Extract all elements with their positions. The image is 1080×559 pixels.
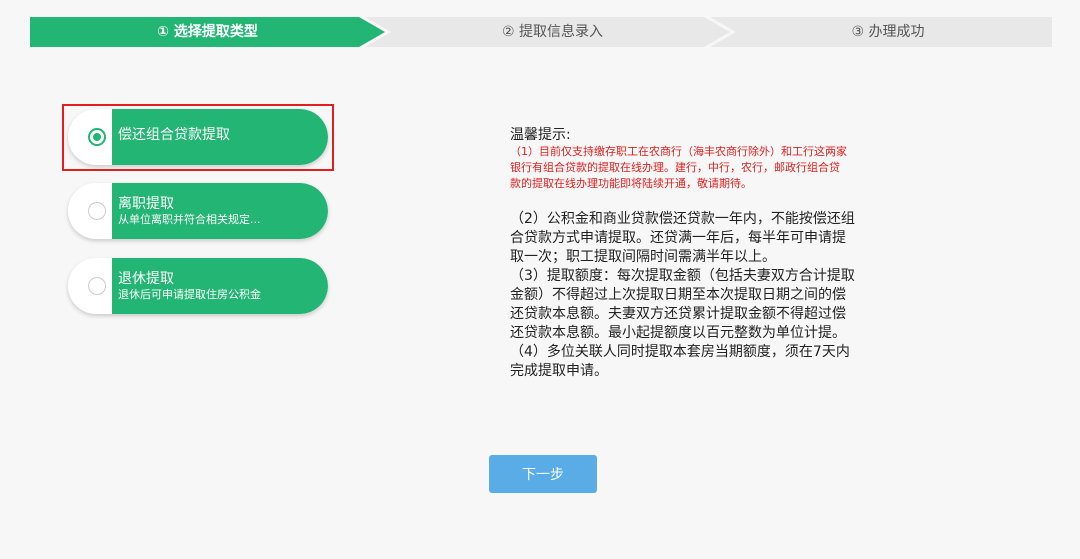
radio-unselected-icon[interactable]: [88, 277, 106, 295]
option-title: 离职提取: [118, 196, 174, 212]
option-label-area: 离职提取 从单位离职并符合相关规定...: [112, 183, 328, 239]
option-label-area: 偿还组合贷款提取: [112, 109, 328, 165]
option-subtitle: 退休后可申请提取住房公积金: [118, 288, 261, 301]
option-label-area: 退休提取 退休后可申请提取住房公积金: [112, 258, 328, 314]
step-progress-bar: ① 选择提取类型 ② 提取信息录入 ③ 办理成功: [30, 17, 1052, 47]
option-subtitle: 从单位离职并符合相关规定...: [118, 213, 261, 226]
step-1-select-type: ① 选择提取类型: [30, 17, 385, 47]
option-combined-loan-repayment[interactable]: 偿还组合贷款提取: [68, 109, 328, 165]
next-step-button[interactable]: 下一步: [489, 455, 597, 493]
step-2-info-entry: ② 提取信息录入: [365, 17, 730, 47]
step-3-success: ③ 办理成功: [710, 17, 1052, 47]
radio-selected-icon[interactable]: [88, 128, 106, 146]
radio-unselected-icon[interactable]: [88, 202, 106, 220]
notice-heading: 温馨提示:: [510, 127, 571, 143]
notice-panel: 温馨提示: （1）目前仅支持缴存职工在农商行（海丰农商行除外）和工行这两家 银行…: [510, 126, 910, 381]
option-title: 偿还组合贷款提取: [118, 127, 230, 143]
option-resignation[interactable]: 离职提取 从单位离职并符合相关规定...: [68, 183, 328, 239]
notice-body-text: （2）公积金和商业贷款偿还贷款一年内，不能按偿还组 合贷款方式申请提取。还贷满一…: [510, 211, 855, 379]
option-title: 退休提取: [118, 271, 174, 287]
option-retirement[interactable]: 退休提取 退休后可申请提取住房公积金: [68, 258, 328, 314]
notice-red-text: （1）目前仅支持缴存职工在农商行（海丰农商行除外）和工行这两家 银行有组合贷款的…: [510, 145, 847, 190]
